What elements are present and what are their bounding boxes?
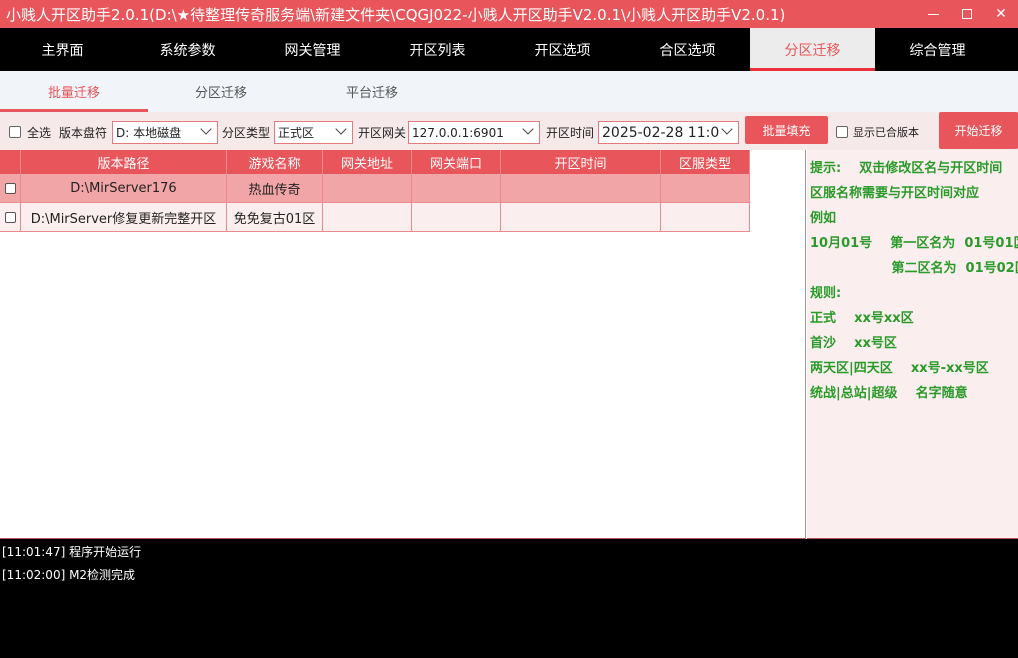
cell-game-name[interactable]: 热血传奇	[227, 174, 323, 202]
gateway-value: 127.0.0.1:6901	[412, 125, 504, 140]
col-version-path[interactable]: 版本路径	[21, 150, 227, 174]
drive-label: 版本盘符	[59, 126, 108, 140]
row-checkbox[interactable]	[4, 211, 16, 223]
drive-select[interactable]: D: 本地磁盘	[112, 121, 218, 144]
hint-line: 首沙 xx号区	[810, 336, 897, 351]
tab-batch-migration[interactable]: 批量迁移	[0, 71, 148, 112]
cell-server-type[interactable]	[661, 174, 750, 202]
main-nav: 主界面 系统参数 网关管理 开区列表 开区选项 合区选项 分区迁移 综合管理	[0, 28, 1018, 71]
cell-gateway-port[interactable]	[412, 203, 501, 231]
log-panel[interactable]: [11:01:47] 程序开始运行 [11:02:00] M2检测完成	[0, 539, 1018, 658]
minimize-button[interactable]	[916, 0, 950, 28]
hint-panel: 提示: 双击修改区名与开区时间 区服名称需要与开区时间对应 例如 10月01号 …	[807, 150, 1018, 539]
chevron-down-icon	[335, 123, 347, 135]
cell-version-path[interactable]: D:\MirServer修复更新完整开区	[21, 203, 227, 231]
cell-gateway-address[interactable]	[323, 203, 412, 231]
nav-zone-migration[interactable]: 分区迁移	[750, 28, 875, 71]
nav-server-list[interactable]: 开区列表	[375, 28, 500, 71]
hint-line: 第二区名为 01号02区	[810, 261, 1018, 276]
maximize-button[interactable]	[950, 0, 984, 28]
zone-type-label: 分区类型	[222, 126, 271, 140]
zone-type-select[interactable]: 正式区	[274, 121, 353, 144]
tab-platform-migration[interactable]: 平台迁移	[294, 71, 450, 112]
col-gateway-port[interactable]: 网关端口	[412, 150, 501, 174]
hint-line: 提示: 双击修改区名与开区时间	[810, 161, 1003, 176]
hint-line: 两天区|四天区 xx号-xx号区	[810, 361, 989, 376]
table-header: 版本路径 游戏名称 网关地址 网关端口 开区时间 区服类型	[0, 150, 750, 174]
chevron-down-icon	[721, 123, 733, 135]
select-all-label: 全选	[27, 126, 52, 140]
nav-system-params[interactable]: 系统参数	[125, 28, 250, 71]
nav-home[interactable]: 主界面	[0, 28, 125, 71]
header-check-cell	[0, 150, 21, 174]
gateway-select[interactable]: 127.0.0.1:6901	[408, 121, 540, 144]
cell-open-time[interactable]	[501, 174, 661, 202]
col-server-type[interactable]: 区服类型	[661, 150, 750, 174]
maximize-icon	[962, 9, 972, 19]
col-gateway-address[interactable]: 网关地址	[323, 150, 412, 174]
window-title: 小贱人开区助手2.0.1(D:\★待整理传奇服务端\新建文件夹\CQGJ022-…	[6, 5, 786, 24]
chevron-down-icon	[200, 123, 212, 135]
nav-gateway[interactable]: 网关管理	[250, 28, 375, 71]
row-check-cell	[0, 174, 21, 202]
nav-merge-options[interactable]: 合区选项	[625, 28, 750, 71]
toolbar: 全选 版本盘符 D: 本地磁盘 分区类型 正式区 开区网关 127.0.0.1:…	[0, 112, 1018, 150]
minimize-icon	[927, 13, 939, 15]
open-time-value: 2025-02-28 11:0	[602, 124, 720, 141]
show-merged-checkbox[interactable]	[836, 126, 848, 138]
close-icon: ✕	[995, 6, 1007, 22]
batch-fill-button[interactable]: 批量填充	[745, 116, 828, 144]
hint-line: 规则:	[810, 286, 842, 301]
log-line: [11:01:47] 程序开始运行	[2, 545, 142, 559]
show-merged-label: 显示已合版本	[853, 126, 919, 139]
col-game-name[interactable]: 游戏名称	[227, 150, 323, 174]
hint-line: 正式 xx号xx区	[810, 311, 914, 326]
chevron-down-icon	[522, 123, 534, 135]
hint-line: 10月01号 第一区名为 01号01区	[810, 236, 1018, 251]
close-button[interactable]: ✕	[984, 0, 1018, 28]
cell-server-type[interactable]	[661, 203, 750, 231]
zone-type-value: 正式区	[278, 126, 315, 140]
table-row[interactable]: D:\MirServer176 热血传奇	[0, 174, 750, 203]
sub-tabs: 批量迁移 分区迁移 平台迁移	[0, 71, 1018, 112]
cell-version-path[interactable]: D:\MirServer176	[21, 174, 227, 202]
nav-open-options[interactable]: 开区选项	[500, 28, 625, 71]
log-line: [11:02:00] M2检测完成	[2, 568, 136, 582]
gateway-label: 开区网关	[358, 126, 407, 140]
migration-table: 版本路径 游戏名称 网关地址 网关端口 开区时间 区服类型 D:\MirServ…	[0, 150, 806, 539]
cell-gateway-address[interactable]	[323, 174, 412, 202]
row-checkbox[interactable]	[4, 182, 16, 194]
open-time-label: 开区时间	[546, 126, 595, 140]
col-open-time[interactable]: 开区时间	[501, 150, 661, 174]
cell-open-time[interactable]	[501, 203, 661, 231]
tab-zone-migration[interactable]: 分区迁移	[148, 71, 294, 112]
row-check-cell	[0, 203, 21, 231]
title-bar: 小贱人开区助手2.0.1(D:\★待整理传奇服务端\新建文件夹\CQGJ022-…	[0, 0, 1018, 28]
start-migrate-button[interactable]: 开始迁移	[939, 112, 1018, 149]
table-row[interactable]: D:\MirServer修复更新完整开区 免免复古01区	[0, 203, 750, 232]
cell-gateway-port[interactable]	[412, 174, 501, 202]
nav-general[interactable]: 综合管理	[875, 28, 1000, 71]
drive-value: D: 本地磁盘	[116, 126, 182, 140]
select-all-checkbox[interactable]	[9, 126, 21, 138]
hint-line: 统战|总站|超级 名字随意	[810, 386, 968, 401]
hint-line: 例如	[810, 211, 837, 226]
hint-line: 区服名称需要与开区时间对应	[810, 186, 980, 201]
cell-game-name[interactable]: 免免复古01区	[227, 203, 323, 231]
open-time-picker[interactable]: 2025-02-28 11:0	[598, 121, 739, 144]
